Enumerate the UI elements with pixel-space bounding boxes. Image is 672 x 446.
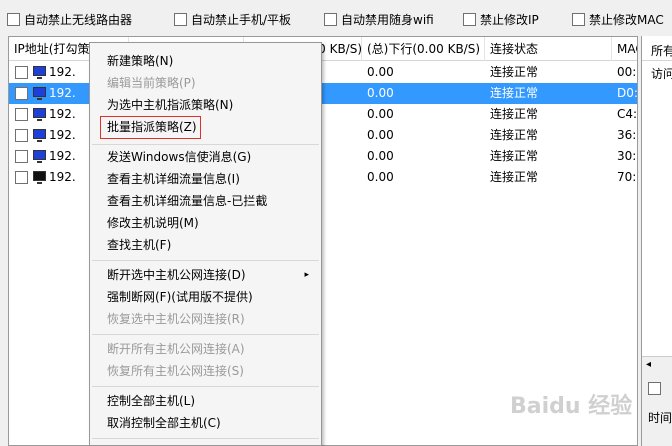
row-checkbox[interactable]	[15, 171, 28, 184]
ip-cell: 192.	[49, 170, 76, 184]
menu-item-restore-selected[interactable]: 恢复选中主机公网连接(R)	[107, 309, 245, 329]
divider	[642, 60, 672, 61]
menu-item-force-disconnect[interactable]: 强制断网(F)(试用版不提供)	[107, 287, 253, 307]
menu-item-new-policy[interactable]: 新建策略(N)	[107, 51, 173, 71]
mac-cell: 36:	[617, 128, 637, 142]
menu-separator	[92, 386, 319, 387]
download-cell: 0.00	[367, 170, 394, 184]
mac-cell: 70:	[617, 170, 637, 184]
context-menu: 新建策略(N) 编辑当前策略(P) 为选中主机指派策略(N) 批量指派策略(Z)…	[89, 42, 322, 446]
menu-item-view-traffic-blocked[interactable]: 查看主机详细流量信息-已拦截	[107, 191, 267, 211]
ip-cell: 192.	[49, 149, 76, 163]
horizontal-scrollbar[interactable]: ◂	[642, 356, 672, 372]
checkbox-box[interactable]	[7, 13, 20, 26]
checkbox-box[interactable]	[463, 13, 476, 26]
menu-item-edit-host-note[interactable]: 修改主机说明(M)	[107, 213, 199, 233]
menu-item-disconnect-selected[interactable]: 断开选中主机公网连接(D) ▸	[107, 265, 317, 285]
monitor-icon	[33, 108, 46, 121]
row-checkbox[interactable]	[15, 129, 28, 142]
menu-item-view-traffic[interactable]: 查看主机详细流量信息(I)	[107, 169, 240, 189]
download-cell: 0.00	[367, 86, 394, 100]
menu-separator	[92, 334, 319, 335]
download-cell: 0.00	[367, 107, 394, 121]
ip-cell: 192.	[49, 86, 76, 100]
menu-item-assign-policy[interactable]: 为选中主机指派策略(N)	[107, 95, 233, 115]
download-cell: 0.00	[367, 128, 394, 142]
mac-cell: 00:	[617, 65, 637, 79]
monitor-icon	[33, 129, 46, 142]
status-cell: 连接正常	[490, 107, 539, 121]
status-cell: 连接正常	[490, 149, 539, 163]
toolbar: 自动禁止无线路由器 自动禁止手机/平板 自动禁用随身wifi 禁止修改IP 禁止…	[0, 0, 672, 34]
column-status[interactable]: 连接状态	[485, 37, 612, 61]
block-modify-ip-checkbox[interactable]: 禁止修改IP	[463, 11, 539, 28]
submenu-arrow-icon: ▸	[304, 270, 309, 280]
right-panel-header: 所有	[651, 44, 672, 58]
block-modify-mac-checkbox[interactable]: 禁止修改MAC	[572, 11, 664, 28]
column-download[interactable]: (总)下行(0.00 KB/S)	[362, 37, 485, 61]
mac-cell: C4:	[617, 107, 638, 121]
status-cell: 连接正常	[490, 65, 539, 79]
menu-item-uncontrol-all[interactable]: 取消控制全部主机(C)	[107, 413, 221, 433]
checkbox-box[interactable]	[572, 13, 585, 26]
download-cell: 0.00	[367, 149, 394, 163]
monitor-icon	[33, 66, 46, 79]
menu-separator	[92, 144, 319, 145]
menu-item-find-host[interactable]: 查找主机(F)	[107, 235, 171, 255]
scroll-left-icon[interactable]: ◂	[646, 357, 651, 373]
row-checkbox[interactable]	[15, 108, 28, 121]
checkbox-box[interactable]	[174, 13, 187, 26]
row-checkbox[interactable]	[15, 150, 28, 163]
checkbox-box[interactable]	[324, 13, 337, 26]
mac-cell: D0:	[617, 86, 638, 100]
watermark: Baidu 经验	[510, 394, 633, 419]
ip-cell: 192.	[49, 107, 76, 121]
download-cell: 0.00	[367, 65, 394, 79]
auto-block-phone-tablet-checkbox[interactable]: 自动禁止手机/平板	[174, 11, 291, 28]
menu-item-edit-policy[interactable]: 编辑当前策略(P)	[107, 73, 196, 93]
menu-item-control-all[interactable]: 控制全部主机(L)	[107, 391, 195, 411]
right-panel: 所有 访问 ◂ 时间	[641, 36, 672, 446]
mac-cell: 30:	[617, 149, 637, 163]
right-panel-row: 访问	[651, 67, 672, 81]
time-label: 时间	[648, 411, 672, 425]
monitor-icon	[33, 150, 46, 163]
ip-cell: 192.	[49, 128, 76, 142]
menu-separator	[92, 438, 319, 439]
monitor-icon	[33, 87, 46, 100]
right-panel-bottom: 时间	[642, 372, 672, 446]
status-cell: 连接正常	[490, 128, 539, 142]
menu-item-restore-all[interactable]: 恢复所有主机公网连接(S)	[107, 361, 244, 381]
menu-item-send-messenger[interactable]: 发送Windows信使消息(G)	[107, 147, 251, 167]
monitor-icon	[33, 171, 46, 184]
row-checkbox[interactable]	[15, 87, 28, 100]
column-mac[interactable]: MAC	[612, 37, 637, 61]
row-checkbox[interactable]	[15, 66, 28, 79]
highlight-box	[100, 116, 201, 139]
auto-block-portable-wifi-checkbox[interactable]: 自动禁用随身wifi	[324, 11, 434, 28]
checkbox-box[interactable]	[648, 382, 661, 395]
status-cell: 连接正常	[490, 86, 539, 100]
menu-item-disconnect-all[interactable]: 断开所有主机公网连接(A)	[107, 339, 245, 359]
status-cell: 连接正常	[490, 170, 539, 184]
menu-separator	[92, 260, 319, 261]
auto-block-wireless-router-checkbox[interactable]: 自动禁止无线路由器	[7, 11, 132, 28]
ip-cell: 192.	[49, 65, 76, 79]
